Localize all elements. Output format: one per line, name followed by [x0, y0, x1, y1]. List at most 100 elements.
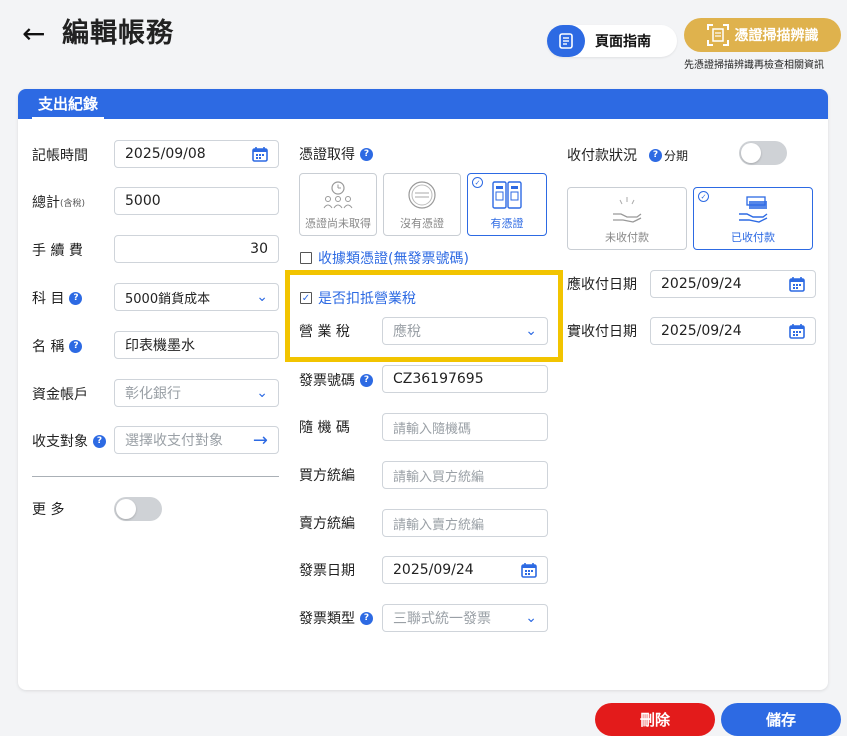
payment-option-label: 已收付款 [731, 231, 775, 244]
card-header: 支出紀錄 [18, 89, 828, 119]
tab-expense-record[interactable]: 支出紀錄 [32, 93, 105, 119]
voucher-option-label: 憑證尚未取得 [305, 217, 371, 230]
voucher-option-has[interactable]: ✓ 有憑證 [467, 173, 547, 236]
scan-hint-text: 先憑證掃描辨識再檢查相關資訊 [684, 60, 824, 71]
actual-date-field[interactable]: 2025/09/24 [650, 317, 816, 345]
delete-button[interactable]: 刪除 [595, 703, 715, 736]
hand-cash-icon [735, 194, 771, 227]
invoice-no-label: 發票號碼? [299, 365, 373, 395]
subject-select[interactable]: 5000銷貨成本 ⌄ [114, 283, 279, 311]
arrow-right-icon[interactable]: → [253, 430, 268, 451]
help-icon[interactable]: ? [360, 147, 373, 161]
due-date-field[interactable]: 2025/09/24 [650, 270, 816, 298]
save-button[interactable]: 儲存 [721, 703, 841, 736]
invoice-no-label-text: 發票號碼 [299, 373, 355, 389]
voucher-option-label: 沒有憑證 [400, 217, 444, 230]
calendar-icon[interactable] [521, 562, 537, 578]
party-label: 收支對象? [32, 426, 106, 456]
receipt-scan-label: 憑證掃描辨識 [734, 28, 819, 44]
total-label-text: 總計 [32, 195, 60, 211]
total-tax-note: (含稅) [60, 198, 86, 209]
calendar-icon[interactable] [252, 146, 268, 162]
name-input[interactable]: 印表機墨水 [114, 331, 279, 359]
payment-status-label-text: 收付款狀況 [567, 148, 637, 164]
installment-label: 分期 [664, 148, 689, 163]
date-field[interactable]: 2025/09/08 [114, 140, 279, 168]
installment-toggle[interactable] [739, 141, 787, 165]
seller-id-placeholder: 請輸入賣方統編 [393, 517, 485, 533]
fee-label: 手 續 費 [32, 243, 83, 259]
scan-icon [706, 24, 729, 46]
guide-book-icon [547, 25, 585, 57]
subject-value: 5000銷貨成本 [125, 291, 211, 307]
party-label-text: 收支對象 [32, 434, 88, 450]
name-value: 印表機墨水 [125, 338, 195, 354]
party-placeholder: 選擇收支付對象 [125, 433, 223, 449]
help-icon[interactable]: ? [360, 611, 373, 625]
seller-id-input[interactable]: 請輸入賣方統編 [382, 509, 548, 537]
actual-date-value: 2025/09/24 [661, 323, 742, 339]
due-date-value: 2025/09/24 [661, 276, 742, 292]
invoice-date-field[interactable]: 2025/09/24 [382, 556, 548, 584]
chevron-down-icon: ⌄ [525, 610, 537, 626]
due-date-label: 應收付日期 [567, 277, 637, 293]
fee-value: 30 [250, 241, 268, 257]
buyer-id-input[interactable]: 請輸入買方統編 [382, 461, 548, 489]
total-input[interactable]: 5000 [114, 187, 279, 215]
receipt-checkbox-label: 收據類憑證(無發票號碼) [318, 251, 469, 267]
check-circle-icon: ✓ [472, 177, 483, 188]
voucher-option-not-obtained[interactable]: 憑證尚未取得 [299, 173, 377, 236]
invoice-icon [490, 180, 524, 213]
page-guide-button[interactable]: 頁面指南 [547, 25, 677, 57]
account-label: 資金帳戶 [32, 387, 88, 403]
help-icon[interactable]: ? [69, 291, 83, 305]
date-label: 記帳時間 [32, 148, 88, 164]
receipt-checkbox[interactable] [300, 252, 312, 264]
hand-coin-icon [609, 194, 645, 227]
stamp-icon [406, 180, 438, 213]
invoice-no-input[interactable]: CZ36197695 [382, 365, 548, 393]
receipt-checkbox-row[interactable]: 收據類憑證(無發票號碼) [300, 248, 469, 268]
payment-option-paid[interactable]: ✓ 已收付款 [693, 187, 813, 250]
back-arrow-icon[interactable]: ← [22, 16, 45, 52]
help-icon[interactable]: ? [649, 148, 662, 162]
voucher-option-none[interactable]: 沒有憑證 [383, 173, 461, 236]
more-toggle[interactable] [114, 497, 162, 521]
payment-option-unpaid[interactable]: 未收付款 [567, 187, 687, 250]
page-header: ← 編輯帳務 頁面指南 憑證掃描辨識 先憑證掃描辨識再檢查相關資訊 [0, 0, 847, 80]
invoice-date-value: 2025/09/24 [393, 562, 474, 578]
divider [32, 476, 279, 477]
voucher-label: 憑證取得? [299, 139, 373, 169]
help-icon[interactable]: ? [69, 339, 83, 353]
invoice-type-select[interactable]: 三聯式統一發票 ⌄ [382, 604, 548, 632]
total-value: 5000 [125, 193, 161, 209]
highlight-frame [285, 270, 563, 362]
invoice-type-label-text: 發票類型 [299, 611, 355, 627]
random-code-input[interactable]: 請輸入隨機碼 [382, 413, 548, 441]
calendar-icon[interactable] [789, 276, 805, 292]
subject-label-text: 科 目 [32, 291, 65, 307]
invoice-type-value: 三聯式統一發票 [393, 611, 491, 627]
buyer-id-placeholder: 請輸入買方統編 [393, 469, 485, 485]
receipt-scan-button[interactable]: 憑證掃描辨識 [684, 18, 841, 52]
buyer-id-label: 買方統編 [299, 468, 355, 484]
help-icon[interactable]: ? [360, 373, 373, 387]
chevron-down-icon: ⌄ [256, 385, 268, 401]
invoice-type-label: 發票類型? [299, 603, 373, 633]
calendar-icon[interactable] [789, 323, 805, 339]
more-label: 更 多 [32, 502, 65, 518]
random-code-placeholder: 請輸入隨機碼 [393, 421, 472, 437]
payment-status-label: 收付款狀況 ? 分期 [567, 140, 688, 170]
account-select[interactable]: 彰化銀行 ⌄ [114, 379, 279, 407]
page-guide-label: 頁面指南 [595, 34, 651, 50]
page-title: 編輯帳務 [62, 18, 174, 49]
account-value: 彰化銀行 [125, 386, 181, 402]
people-clock-icon [318, 180, 358, 213]
total-label: 總計 (含稅) [32, 187, 85, 217]
expense-record-card: 支出紀錄 記帳時間 2025/09/08 總計 (含稅) 5000 手 續 費 3… [18, 89, 828, 690]
help-icon[interactable]: ? [93, 434, 106, 448]
random-code-label: 隨 機 碼 [299, 420, 350, 436]
fee-input[interactable]: 30 [114, 235, 279, 263]
invoice-date-label: 發票日期 [299, 563, 355, 579]
party-select[interactable]: 選擇收支付對象 → [114, 426, 279, 454]
